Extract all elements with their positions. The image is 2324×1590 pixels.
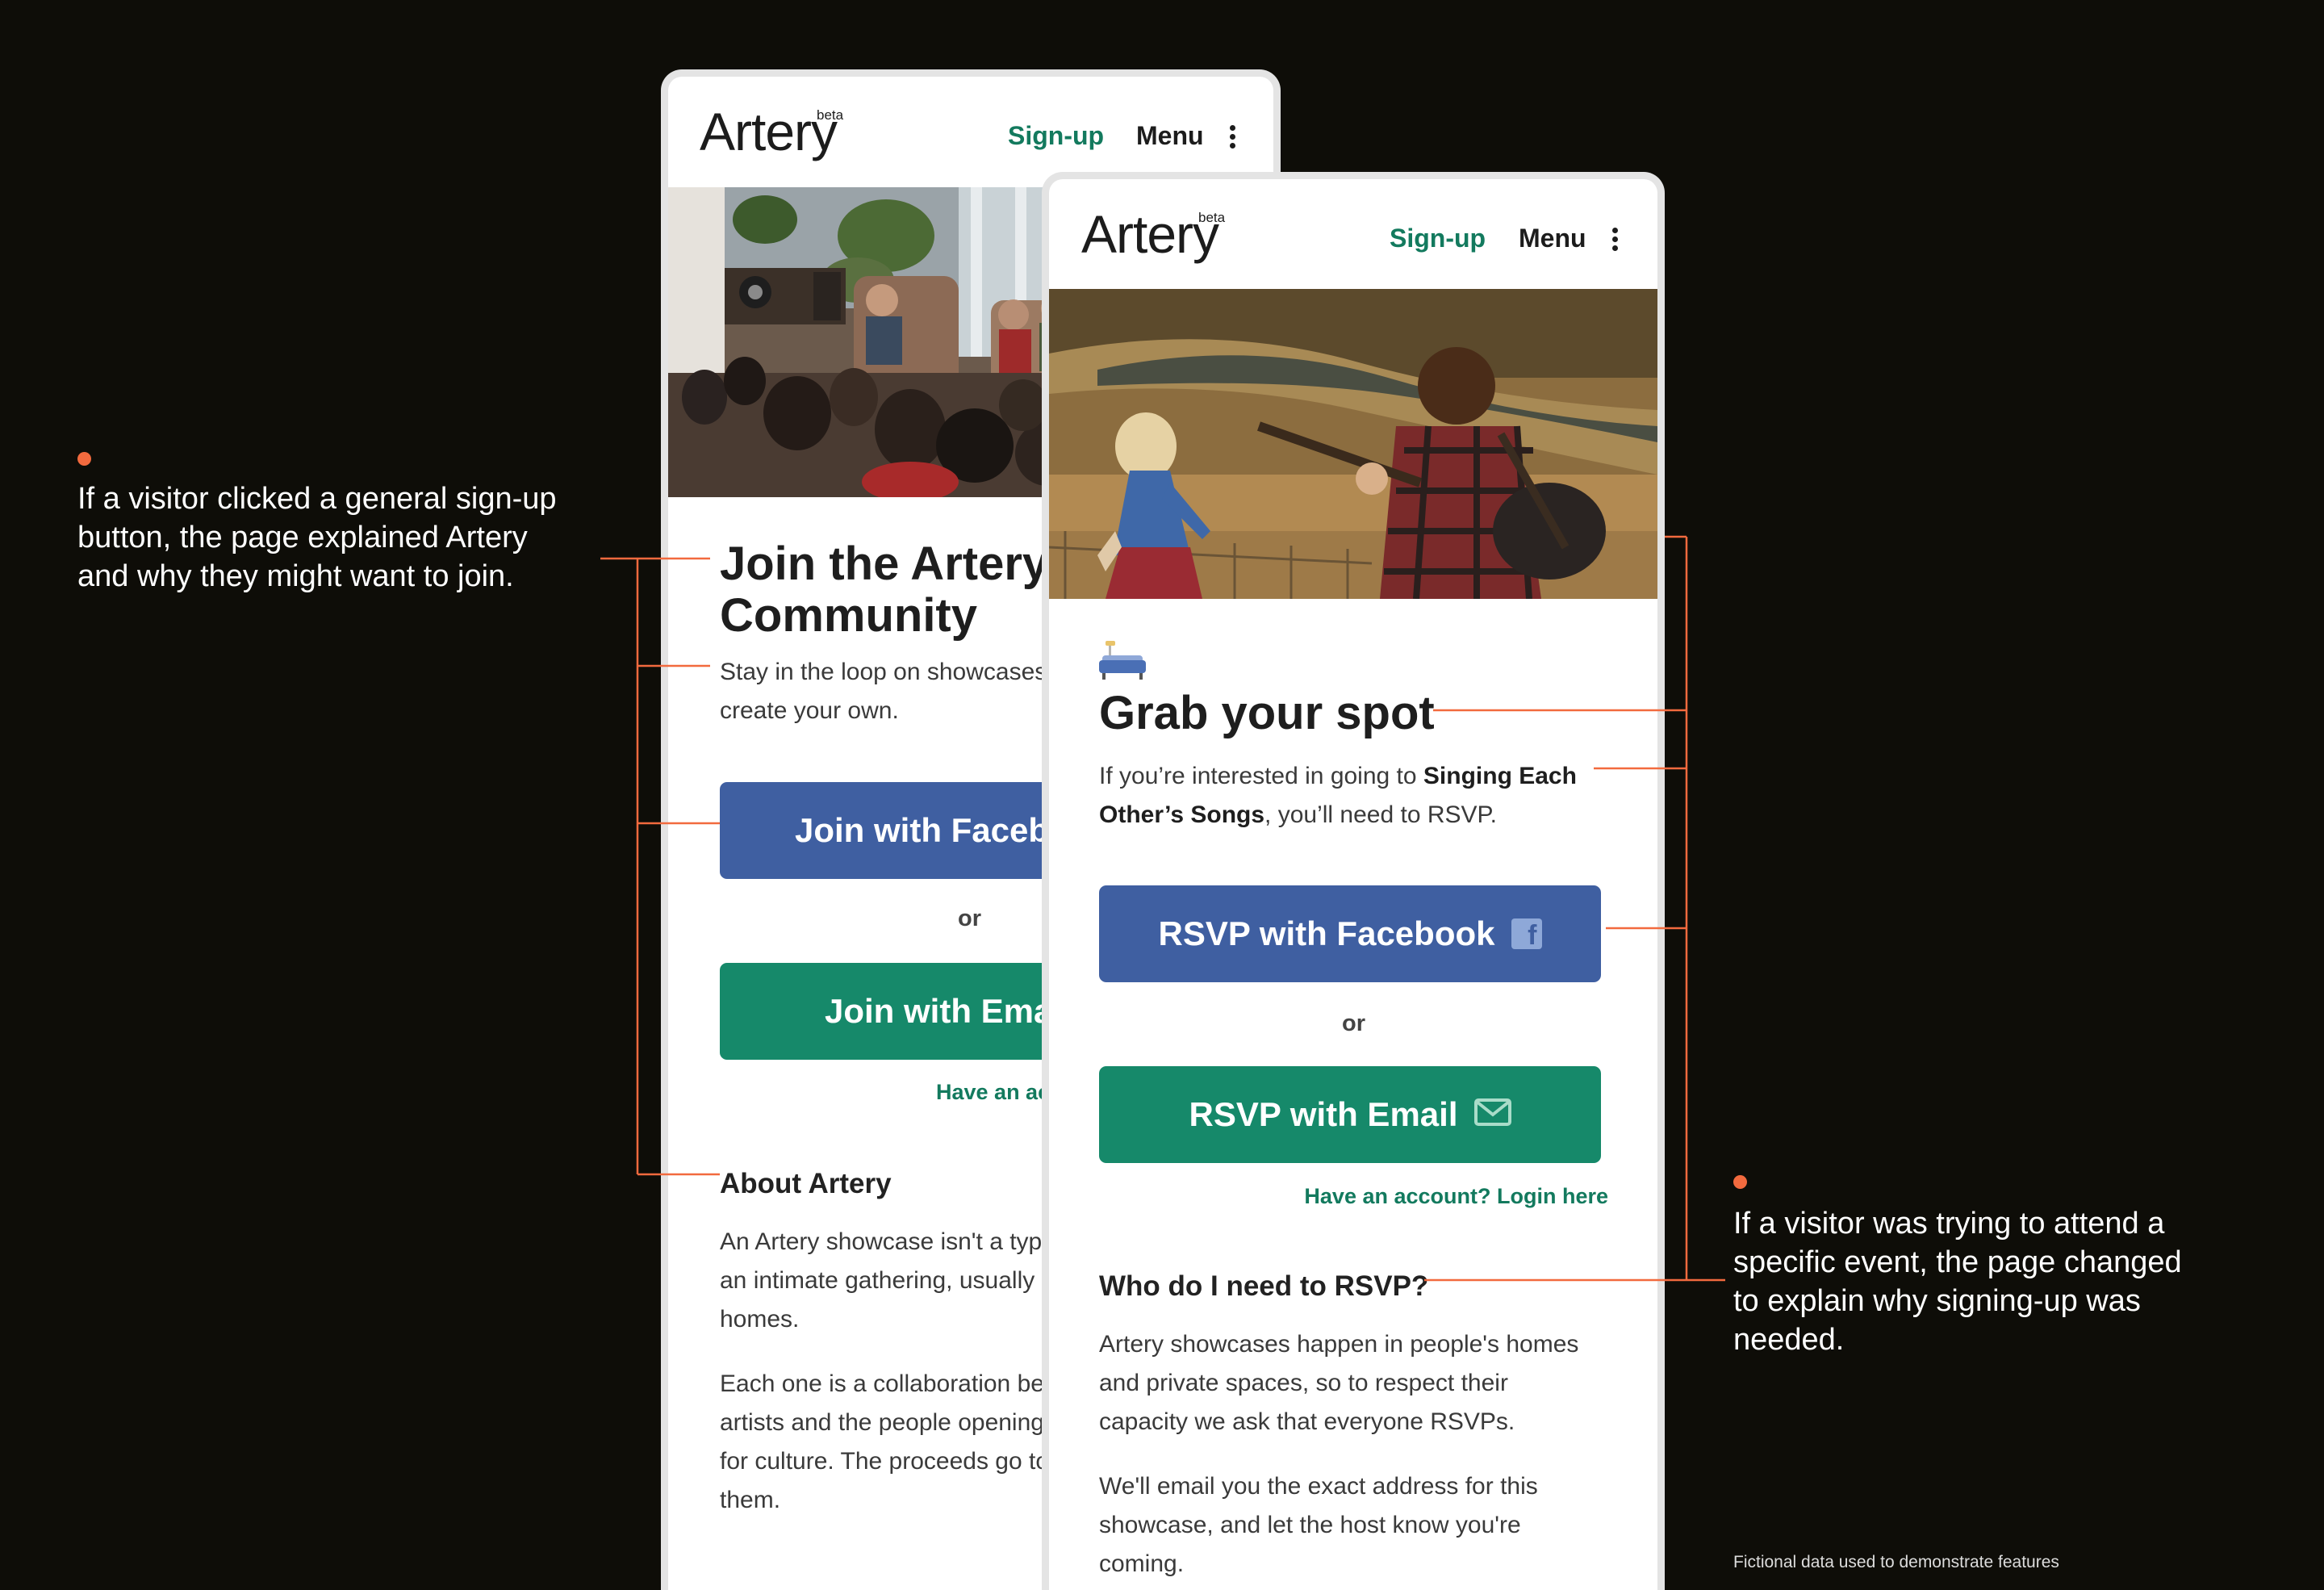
annotation-right-line: needed. [1733,1323,1845,1357]
beta-label: beta [1198,210,1226,225]
about-paragraph-1: An Artery showcase isn't a typical an in… [720,1223,1078,1339]
intro-suffix: , you’ll need to RSVP. [1264,801,1498,828]
annotation-right-line: If a visitor was trying to attend a [1733,1207,2165,1241]
page-title: Grab your spot [1099,687,1435,739]
nav-signup-link[interactable]: Sign-up [1390,224,1486,253]
beta-label: beta [817,107,844,123]
join-email-label: Join with Email [825,992,1072,1030]
annotation-left-line: and why they might want to join. [77,559,514,593]
annotation-left: If a visitor clicked a general sign-up b… [77,479,642,596]
faq-line: Artery showcases happen in people's home… [1099,1331,1579,1358]
annotation-dot-right [1733,1175,1747,1189]
login-link[interactable]: Have an account? Login here [1304,1184,1608,1209]
nav-menu-button[interactable]: Menu [1519,224,1586,253]
kebab-menu-icon[interactable] [1230,125,1236,152]
nav-menu-button[interactable]: Menu [1136,121,1204,151]
about-line: An Artery showcase isn't a typical [720,1228,1079,1255]
annotation-right-line: specific event, the page changed [1733,1245,2182,1279]
annotation-right: If a visitor was trying to attend a spec… [1733,1204,2298,1359]
page-title-line: Join the Artery [720,538,1049,590]
kebab-menu-icon[interactable] [1612,228,1619,254]
faq-paragraph-1: Artery showcases happen in people's home… [1099,1325,1578,1441]
faq-line: showcase, and let the host know you're [1099,1512,1521,1538]
nav-signup-link[interactable]: Sign-up [1008,121,1104,151]
annotation-left-line: button, the page explained Artery [77,521,528,554]
faq-line: We'll email you the exact address for th… [1099,1473,1538,1500]
rsvp-facebook-label: RSVP with Facebook [1158,914,1495,952]
page-title: Join the Artery Community [720,538,1048,642]
hero-image-event [1049,289,1657,599]
about-heading: About Artery [720,1168,892,1199]
annotation-dot-left [77,452,91,466]
intro-text: Stay in the loop on showcases create you… [720,653,1047,730]
right-phone-screen: Artery beta Sign-up Menu Grab your spot … [1042,172,1665,1590]
couch-icon [1099,641,1146,681]
event-name: Other’s Songs [1099,801,1265,828]
rsvp-email-button[interactable]: RSVP with Email [1099,1066,1601,1163]
annotation-right-line: to explain why signing-up was [1733,1284,2141,1318]
faq-paragraph-2: We'll email you the exact address for th… [1099,1467,1538,1584]
or-separator: or [958,906,981,931]
envelope-icon [1473,1095,1511,1134]
intro-text: If you’re interested in going to Singing… [1099,757,1577,835]
intro-prefix: If you’re interested in going to [1099,763,1423,789]
annotation-left-line: If a visitor clicked a general sign-up [77,482,557,516]
faq-line: capacity we ask that everyone RSVPs. [1099,1408,1515,1435]
faq-heading: Who do I need to RSVP? [1099,1270,1429,1302]
about-line: homes. [720,1306,800,1333]
faq-line: coming. [1099,1550,1185,1577]
faq-line: and private spaces, so to respect their [1099,1370,1508,1396]
footnote: Fictional data used to demonstrate featu… [1733,1553,2059,1571]
event-name: Singing Each [1423,763,1577,789]
intro-line: Stay in the loop on showcases [720,659,1047,685]
page-title-line: Community [720,589,977,642]
rsvp-email-label: RSVP with Email [1189,1095,1458,1133]
intro-line: create your own. [720,697,899,724]
or-separator: or [1342,1010,1365,1036]
about-line: an intimate gathering, usually [720,1267,1035,1294]
facebook-icon: f [1511,918,1542,949]
rsvp-facebook-button[interactable]: RSVP with Facebook f [1099,885,1601,982]
